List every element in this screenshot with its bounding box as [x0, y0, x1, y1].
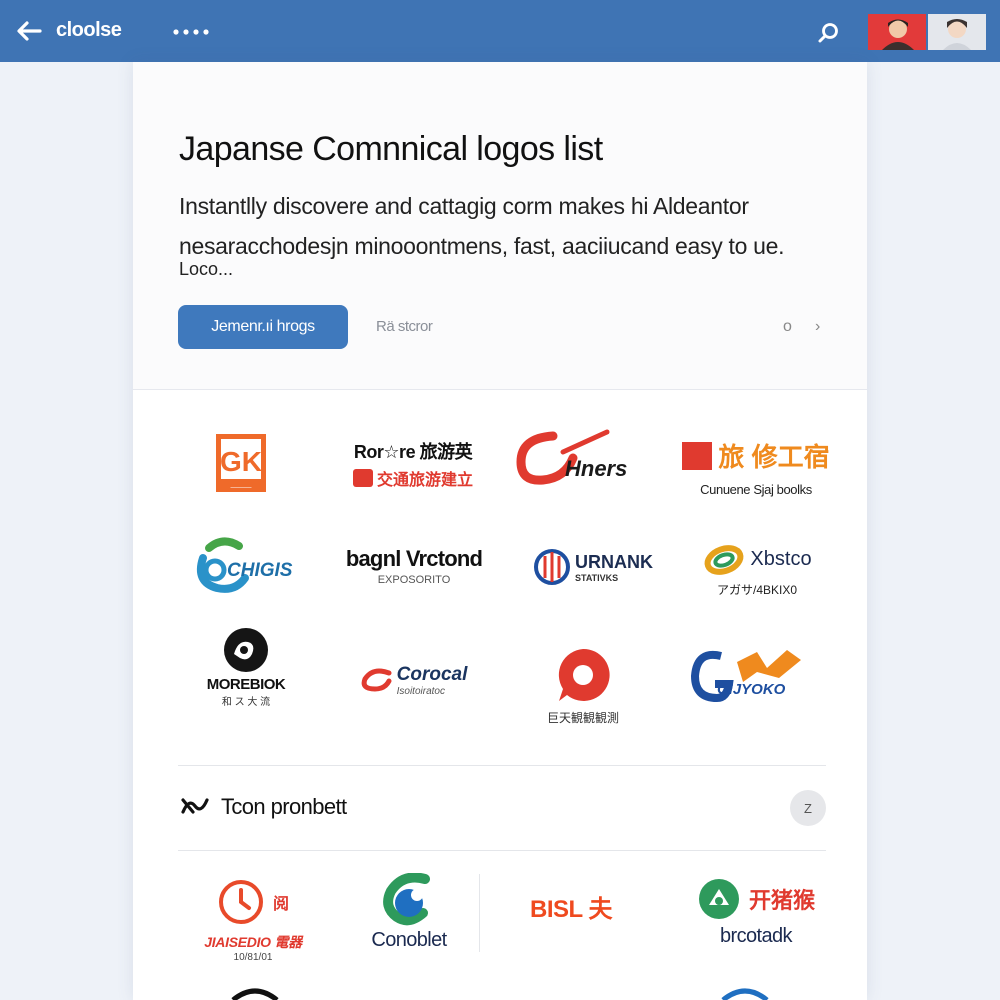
next-arrow-icon[interactable]: › — [815, 318, 820, 336]
logo-text: 旅 修工宿 — [718, 442, 830, 472]
logo-text: Corocal — [396, 663, 468, 685]
page-description: Instantlly discovere and cattagig corm m… — [179, 193, 785, 259]
clock-logo-icon — [218, 879, 263, 924]
swoosh-icon — [361, 668, 392, 692]
logo-text: Hners — [565, 456, 627, 481]
secondary-link[interactable]: Rä stcror — [376, 318, 433, 335]
logo-subtext: Cunuene Sjaj boolks — [700, 482, 812, 497]
app-header: cloolse — [0, 0, 1000, 62]
small-glyph: 阅 — [272, 895, 289, 913]
logo-text: GK — [220, 446, 262, 477]
logo-text: 开猪猴 — [748, 887, 815, 913]
logo-tile[interactable]: GIJYOKO — [687, 642, 817, 712]
divider — [178, 850, 826, 851]
logo-tile[interactable]: Ror☆re 旅游英 交通旅游建立 — [333, 436, 493, 492]
morebiok-logo-icon — [224, 628, 268, 672]
xbstco-logo-icon — [705, 544, 744, 575]
arrow-left-icon[interactable] — [14, 16, 44, 46]
logo-text: Xbstco — [750, 548, 812, 570]
logo-subtext: STATIVKS — [575, 572, 619, 583]
logo-subtext: EXPOSORITO — [377, 574, 451, 586]
app-title: cloolse — [56, 19, 122, 41]
pager-dot[interactable]: o — [783, 318, 792, 336]
hero-section: Japanse Comnnical logos list Instantlly … — [133, 62, 867, 390]
logo-tile[interactable]: URNANK STATIVKS — [523, 536, 663, 598]
square-icon — [352, 469, 373, 487]
logo-text: MOREBIOK — [206, 676, 286, 693]
divider — [178, 765, 826, 766]
logo-tile[interactable]: MOREBIOK 和 ス 大 流 — [191, 622, 301, 712]
logo-subtext: 和 ス 大 流 — [221, 697, 271, 708]
section-title: Tcon pronbett — [221, 794, 347, 819]
logo-subtext: アガサ/4BKIX0 — [716, 582, 798, 597]
logo-tile[interactable]: bagnl Vrctond EXPOSORITO — [329, 538, 499, 594]
logo-tile[interactable]: BISL 夫 — [511, 884, 631, 928]
gk-logo-icon: GK ——— — [216, 434, 266, 492]
hners-logo-icon: Hners — [516, 429, 627, 485]
content-card: Japanse Comnnical logos list Instantlly … — [133, 62, 867, 1000]
logo-subtext: 10/81/01 — [233, 951, 273, 963]
infinity-icon — [179, 794, 209, 818]
partial-logo-icon — [231, 988, 279, 1000]
urnank-logo-icon — [534, 549, 570, 585]
logo-tile[interactable]: Corocal Isoitoiratoc — [343, 658, 483, 702]
logo-tile[interactable]: 巨天観観観測 — [521, 642, 645, 728]
brcotadk-logo-icon — [698, 878, 739, 919]
chigis-logo-icon: CHIGIS — [196, 537, 293, 593]
logo-text: GIJYOKO — [717, 681, 786, 698]
logo-tile[interactable]: 阅 JIAISEDIO 電器 10/81/01 — [173, 870, 333, 970]
primary-button[interactable]: Jemenr.ıi hrogs — [178, 305, 348, 349]
logo-text: JIAISEDIO 電器 — [204, 933, 302, 950]
avatar[interactable] — [868, 14, 926, 50]
logo-tile[interactable]: Hners — [513, 428, 653, 492]
page-title: Japanse Comnnical logos list — [179, 130, 603, 168]
logo-tile[interactable]: Conoblet — [349, 870, 469, 954]
square-icon — [682, 441, 713, 470]
logo-text: bagnl Vrctond — [345, 546, 483, 571]
logo-text: 巨天観観観測 — [546, 710, 619, 725]
more-horizontal-icon[interactable] — [172, 22, 212, 42]
logo-tile[interactable]: 旅 修工宿 Cunuene Sjaj boolks — [681, 432, 831, 502]
logo-subtext: ——— — [231, 484, 252, 491]
partial-logo-icon — [721, 988, 769, 1000]
logo-tile[interactable]: CHIGIS — [189, 532, 309, 602]
divider — [479, 874, 480, 952]
logo-text: CHIGIS — [227, 560, 293, 581]
logo-text: BISL 夫 — [530, 895, 612, 923]
search-icon[interactable] — [816, 20, 842, 46]
logo-subtext: 交通旅游建立 — [376, 472, 473, 489]
logo-text: Conoblet — [371, 928, 447, 951]
logo-text: URNANK — [575, 551, 653, 572]
chat-label: Z — [804, 800, 812, 816]
logo-tile[interactable]: 开猪猴 brcotadk — [681, 870, 831, 954]
speech-bubble-logo-icon — [558, 648, 610, 701]
logo-text: Ror☆re 旅游英 — [353, 442, 473, 462]
logo-tile[interactable]: GK ——— — [191, 428, 291, 498]
avatar[interactable] — [928, 14, 986, 50]
logo-subtext: Isoitoiratoc — [396, 685, 445, 697]
chat-bubble-icon[interactable]: Z — [790, 790, 826, 826]
logo-tile[interactable]: Xbstco アガサ/4BKIX0 — [687, 536, 827, 604]
conoblet-logo-icon — [383, 872, 430, 925]
gijyoko-logo-icon: GIJYOKO — [690, 650, 801, 703]
logo-subtext: brcotadk — [720, 924, 793, 947]
description-more[interactable]: Loco... — [179, 259, 233, 280]
